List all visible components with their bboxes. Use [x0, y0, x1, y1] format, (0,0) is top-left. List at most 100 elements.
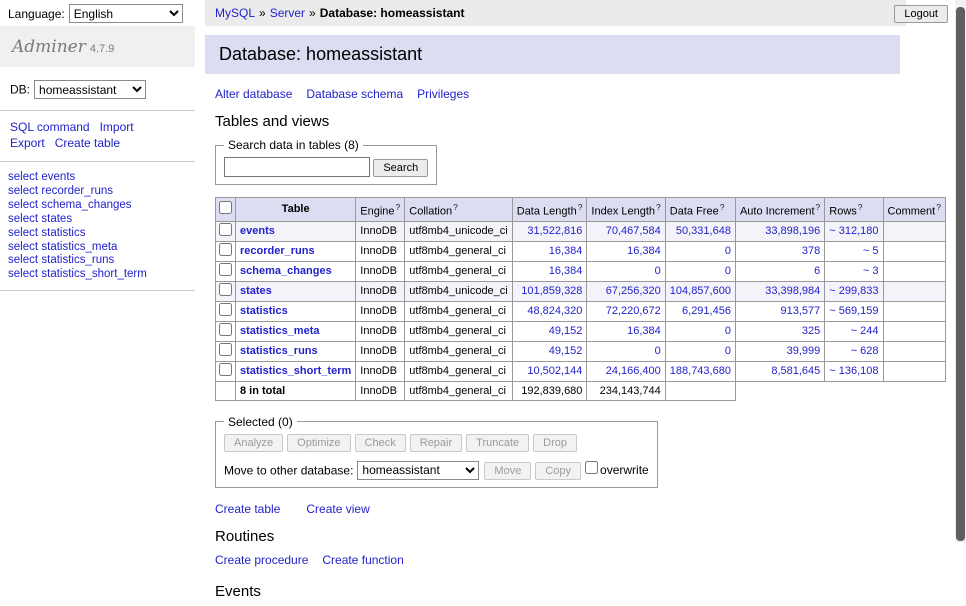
table-link[interactable]: statistics_short_term — [240, 365, 351, 377]
language-select[interactable]: English — [69, 4, 183, 23]
auto-increment-link[interactable]: 378 — [802, 245, 820, 257]
row-checkbox[interactable] — [219, 283, 232, 296]
table-link[interactable]: statistics — [41, 227, 85, 239]
row-checkbox[interactable] — [219, 323, 232, 336]
row-checkbox[interactable] — [219, 343, 232, 356]
table-link[interactable]: states — [240, 285, 272, 297]
help-link[interactable]: ? — [656, 202, 661, 212]
move-db-select[interactable]: homeassistant — [357, 461, 479, 480]
search-button[interactable]: Search — [373, 159, 428, 177]
breadcrumb-link-server[interactable]: Server — [270, 6, 305, 20]
data-free-link[interactable]: 0 — [725, 325, 731, 337]
select-link[interactable]: select — [8, 185, 38, 197]
move-button[interactable]: Move — [484, 462, 531, 480]
table-link[interactable]: states — [41, 213, 72, 225]
table-link[interactable]: statistics_runs — [240, 345, 318, 357]
auto-increment-link[interactable]: 39,999 — [787, 345, 821, 357]
rows-link[interactable]: ~ 569,159 — [829, 305, 878, 317]
table-link[interactable]: statistics_meta — [240, 325, 320, 337]
check-button[interactable]: Check — [355, 434, 406, 452]
data-free-link[interactable]: 188,743,680 — [670, 365, 731, 377]
breadcrumb-link-mysql[interactable]: MySQL — [215, 6, 255, 20]
table-link[interactable]: statistics_runs — [41, 254, 114, 266]
table-link[interactable]: statistics_short_term — [41, 268, 146, 280]
create-view-link[interactable]: Create view — [306, 502, 369, 516]
auto-increment-link[interactable]: 913,577 — [781, 305, 821, 317]
rows-link[interactable]: ~ 244 — [851, 325, 879, 337]
create-function-link[interactable]: Create function — [322, 553, 403, 567]
data-free-link[interactable]: 6,291,456 — [682, 305, 731, 317]
analyze-button[interactable]: Analyze — [224, 434, 283, 452]
auto-increment-link[interactable]: 8,581,645 — [771, 365, 820, 377]
repair-button[interactable]: Repair — [410, 434, 462, 452]
create-procedure-link[interactable]: Create procedure — [215, 553, 308, 567]
scrollbar[interactable] — [955, 0, 966, 543]
data-free-link[interactable]: 104,857,600 — [670, 285, 731, 297]
data-length-link[interactable]: 49,152 — [549, 345, 583, 357]
help-link[interactable]: ? — [453, 202, 458, 212]
overwrite-checkbox[interactable] — [585, 461, 598, 474]
select-link[interactable]: select — [8, 227, 38, 239]
help-link[interactable]: ? — [578, 202, 583, 212]
drop-button[interactable]: Drop — [533, 434, 577, 452]
data-free-link[interactable]: 0 — [725, 245, 731, 257]
table-link[interactable]: schema_changes — [240, 265, 332, 277]
database-schema-link[interactable]: Database schema — [306, 87, 403, 101]
sidebar-item-import[interactable]: Import — [100, 120, 134, 134]
truncate-button[interactable]: Truncate — [466, 434, 529, 452]
help-link[interactable]: ? — [936, 202, 941, 212]
auto-increment-link[interactable]: 33,398,984 — [765, 285, 820, 297]
copy-button[interactable]: Copy — [535, 462, 581, 480]
select-link[interactable]: select — [8, 254, 38, 266]
index-length-link[interactable]: 70,467,584 — [606, 225, 661, 237]
index-length-link[interactable]: 24,166,400 — [606, 365, 661, 377]
auto-increment-link[interactable]: 33,898,196 — [765, 225, 820, 237]
row-checkbox[interactable] — [219, 223, 232, 236]
help-link[interactable]: ? — [858, 202, 863, 212]
sidebar-item-sql-command[interactable]: SQL command — [10, 120, 90, 134]
search-input[interactable] — [224, 157, 370, 177]
data-free-link[interactable]: 0 — [725, 265, 731, 277]
select-link[interactable]: select — [8, 268, 38, 280]
scrollbar-thumb[interactable] — [956, 7, 965, 541]
table-link[interactable]: statistics_meta — [41, 241, 117, 253]
row-checkbox[interactable] — [219, 363, 232, 376]
table-link[interactable]: recorder_runs — [240, 245, 315, 257]
auto-increment-link[interactable]: 6 — [814, 265, 820, 277]
data-free-link[interactable]: 50,331,648 — [676, 225, 731, 237]
help-link[interactable]: ? — [720, 202, 725, 212]
sidebar-item-export[interactable]: Export — [10, 136, 45, 150]
index-length-link[interactable]: 16,384 — [627, 325, 661, 337]
rows-link[interactable]: ~ 628 — [851, 345, 879, 357]
data-length-link[interactable]: 10,502,144 — [527, 365, 582, 377]
data-length-link[interactable]: 16,384 — [549, 265, 583, 277]
rows-link[interactable]: ~ 312,180 — [829, 225, 878, 237]
data-length-link[interactable]: 31,522,816 — [527, 225, 582, 237]
data-free-link[interactable]: 0 — [725, 345, 731, 357]
data-length-link[interactable]: 101,859,328 — [521, 285, 582, 297]
table-link[interactable]: recorder_runs — [41, 185, 113, 197]
row-checkbox[interactable] — [219, 303, 232, 316]
alter-database-link[interactable]: Alter database — [215, 87, 292, 101]
rows-link[interactable]: ~ 3 — [863, 265, 879, 277]
data-length-link[interactable]: 48,824,320 — [527, 305, 582, 317]
data-length-link[interactable]: 16,384 — [549, 245, 583, 257]
select-link[interactable]: select — [8, 241, 38, 253]
select-link[interactable]: select — [8, 199, 38, 211]
logout-button[interactable]: Logout — [894, 5, 948, 23]
table-link[interactable]: events — [41, 171, 75, 183]
data-length-link[interactable]: 49,152 — [549, 325, 583, 337]
create-table-link[interactable]: Create table — [215, 502, 280, 516]
index-length-link[interactable]: 72,220,672 — [606, 305, 661, 317]
select-link[interactable]: select — [8, 213, 38, 225]
table-link[interactable]: statistics — [240, 305, 288, 317]
select-all-checkbox[interactable] — [219, 201, 232, 214]
privileges-link[interactable]: Privileges — [417, 87, 469, 101]
index-length-link[interactable]: 16,384 — [627, 245, 661, 257]
row-checkbox[interactable] — [219, 243, 232, 256]
rows-link[interactable]: ~ 5 — [863, 245, 879, 257]
select-link[interactable]: select — [8, 171, 38, 183]
index-length-link[interactable]: 67,256,320 — [606, 285, 661, 297]
table-link[interactable]: events — [240, 225, 275, 237]
auto-increment-link[interactable]: 325 — [802, 325, 820, 337]
